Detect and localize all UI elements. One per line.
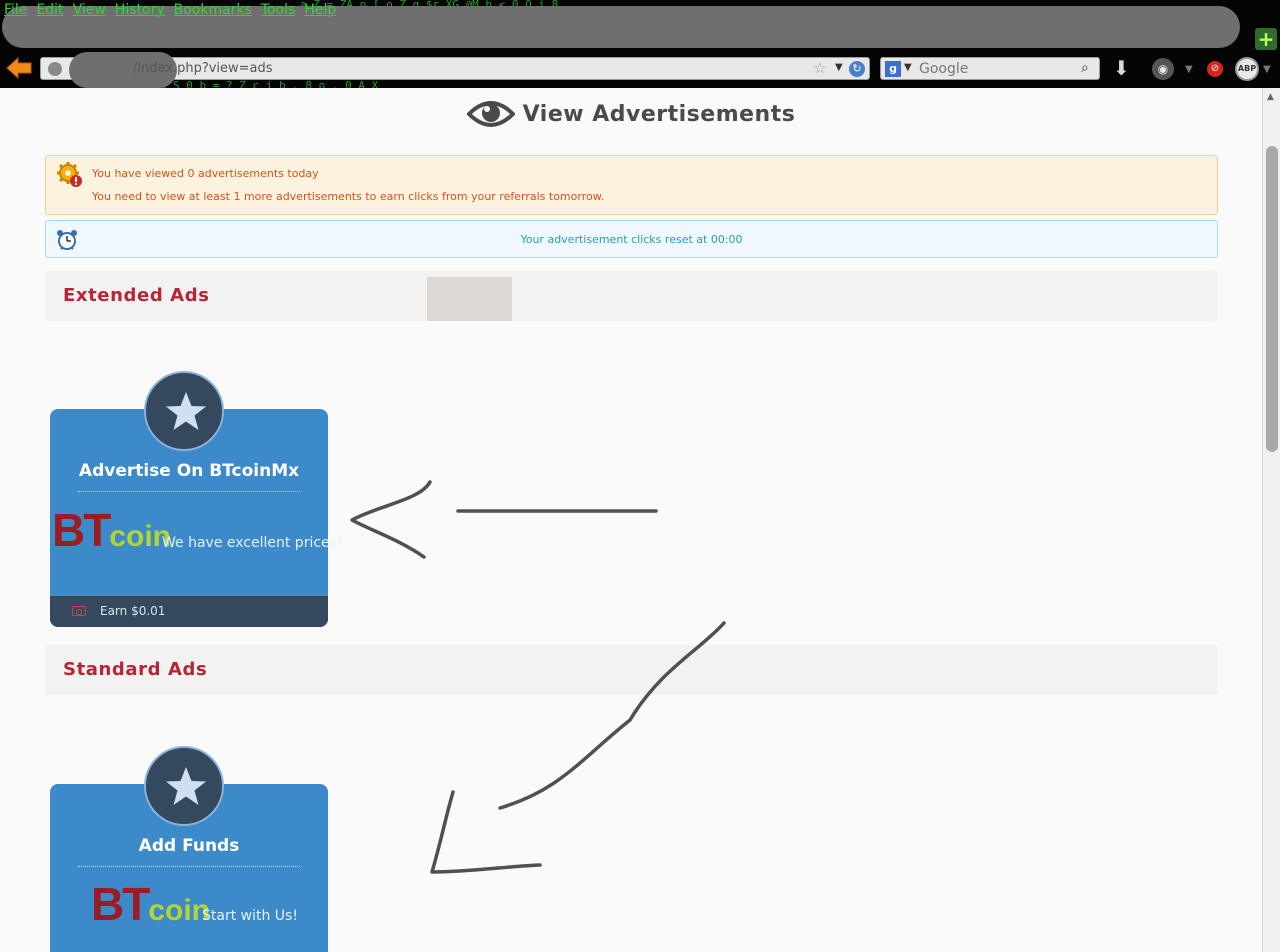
adblock-dropdown-icon[interactable]: ▼ <box>1263 64 1271 75</box>
warning-alert: You have viewed 0 advertisements today Y… <box>45 155 1218 215</box>
globe-icon <box>48 62 62 76</box>
addon-dropdown-icon[interactable]: ▼ <box>1185 64 1193 75</box>
url-bar[interactable]: /index.php?view=ads ☆ ▼ ↻ <box>40 52 870 88</box>
ad-star-badge <box>144 371 224 451</box>
search-bar[interactable]: g ▼ Google ⌕ <box>880 57 1100 80</box>
search-engine-dropdown-icon[interactable]: ▼ <box>904 62 912 73</box>
btcoin-logo-coin: coin <box>148 894 210 927</box>
url-text[interactable]: /index.php?view=ads <box>133 61 273 76</box>
warning-line-requirement: You need to view at least 1 more adverti… <box>92 190 605 203</box>
ad-card[interactable]: Advertise On BTcoinMx BTcoin We have exc… <box>50 371 343 627</box>
reload-icon[interactable]: ↻ <box>849 61 865 77</box>
gear-warning-icon <box>57 162 82 187</box>
ad-description: We have excellent prices! <box>162 535 343 551</box>
page-title-text: View Advertisements <box>522 101 796 127</box>
search-input[interactable]: Google <box>919 61 968 77</box>
menu-edit[interactable]: Edit <box>32 2 68 22</box>
url-dropdown-icon[interactable]: ▼ <box>835 62 843 73</box>
standard-ads-header: Standard Ads <box>45 645 1218 695</box>
scroll-up-arrow-icon[interactable]: ▲ <box>1267 92 1274 102</box>
search-icon[interactable]: ⌕ <box>1081 60 1089 76</box>
menu-file[interactable]: File <box>0 2 32 22</box>
btcoin-logo-bt: BT <box>52 504 111 556</box>
back-arrow-icon[interactable] <box>6 57 32 79</box>
browser-chrome: a Z = ZA o [ o Z g $r XG @M b < 0 O i 8 … <box>0 0 1280 88</box>
ad-divider <box>78 866 300 867</box>
bookmark-star-icon[interactable]: ☆ <box>813 59 826 77</box>
extended-ads-title: Extended Ads <box>63 285 210 306</box>
ad-title[interactable]: Add Funds <box>50 836 328 856</box>
menu-view[interactable]: View <box>69 2 111 22</box>
star-icon <box>166 392 206 430</box>
btcoin-logo: BTcoin <box>91 881 210 927</box>
download-icon[interactable]: ⬇ <box>1113 56 1130 80</box>
page-scrollbar[interactable]: ▲ <box>1262 88 1280 952</box>
standard-ads-title: Standard Ads <box>63 659 208 680</box>
warning-line-viewed: You have viewed 0 advertisements today <box>92 167 319 180</box>
menu-help[interactable]: Help <box>300 2 341 22</box>
menu-bookmarks[interactable]: Bookmarks <box>170 2 257 22</box>
noscript-icon[interactable]: ⊘ <box>1207 61 1223 77</box>
ad-description: Start with Us! <box>202 908 298 924</box>
ad-card[interactable]: Add Funds BTcoin Start with Us! <box>50 746 328 952</box>
annotation-arrow-left <box>350 480 658 559</box>
new-tab-button[interactable]: + <box>1255 28 1277 50</box>
banner-placeholder <box>427 277 512 321</box>
info-text: Your advertisement clicks reset at 00:00 <box>520 233 743 246</box>
menu-history[interactable]: History <box>111 2 170 22</box>
ad-earn-amount: Earn $0.01 <box>100 604 166 618</box>
browser-menubar: File Edit View History Bookmarks Tools H… <box>0 2 341 22</box>
menu-tools[interactable]: Tools <box>257 2 301 22</box>
btcoin-logo: BTcoin <box>52 507 171 553</box>
scrollbar-thumb[interactable] <box>1266 146 1278 452</box>
star-icon <box>166 767 206 805</box>
google-engine-icon[interactable]: g <box>885 61 901 77</box>
btcoin-logo-bt: BT <box>91 878 150 930</box>
money-icon <box>72 606 86 616</box>
ad-divider <box>78 491 300 492</box>
ad-star-badge <box>144 746 224 826</box>
adblock-icon[interactable]: ABP <box>1235 57 1259 81</box>
info-alert: Your advertisement clicks reset at 00:00 <box>45 220 1218 258</box>
ad-footer: Earn $0.01 <box>50 595 328 627</box>
addon-icon[interactable]: ◉ <box>1152 58 1174 80</box>
ad-title[interactable]: Advertise On BTcoinMx <box>50 461 328 481</box>
eye-icon <box>466 101 515 127</box>
page-title: View Advertisements <box>466 96 796 132</box>
page-header: View Advertisements <box>0 96 1262 136</box>
extended-ads-header: Extended Ads <box>45 271 1218 321</box>
